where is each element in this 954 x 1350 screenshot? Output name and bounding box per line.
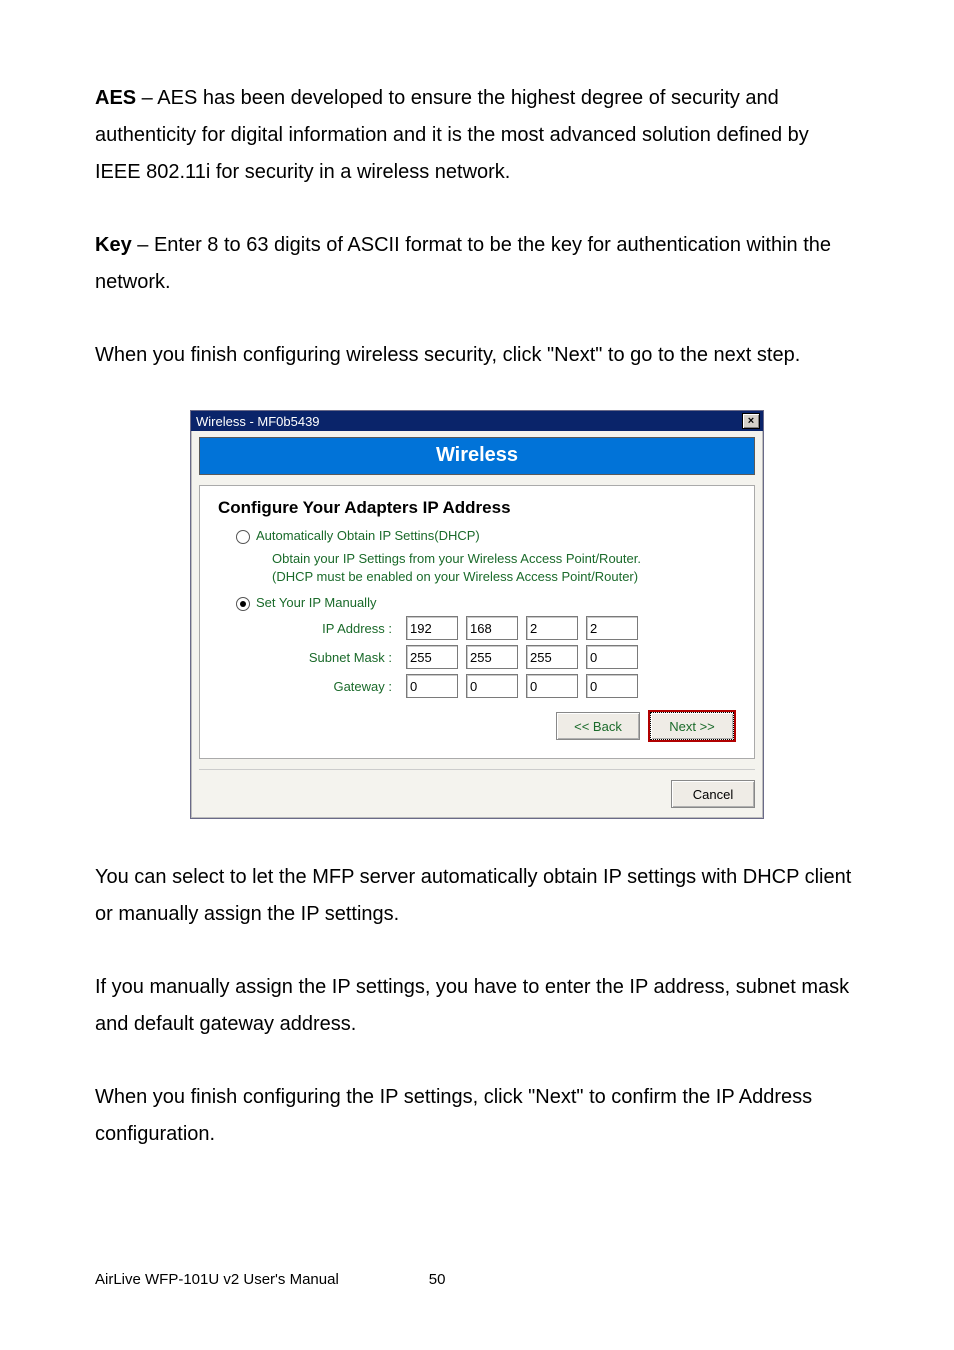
ip-address-row: IP Address : (272, 616, 738, 640)
para-key: Key – Enter 8 to 63 digits of ASCII form… (95, 227, 859, 301)
para-next-step: When you finish configuring wireless sec… (95, 337, 859, 374)
dialog-banner: Wireless (199, 437, 755, 475)
page-footer: AirLive WFP-101U v2 User's Manual 50 (95, 1271, 445, 1288)
footer-page: 50 (429, 1271, 446, 1288)
gw-octet-4[interactable] (586, 674, 638, 698)
dhcp-hint-line2: (DHCP must be enabled on your Wireless A… (272, 569, 638, 584)
gateway-row: Gateway : (272, 674, 738, 698)
key-label: Key (95, 234, 132, 256)
aes-text: – AES has been developed to ensure the h… (95, 87, 809, 183)
gw-octet-3[interactable] (526, 674, 578, 698)
ip-octet-1[interactable] (406, 616, 458, 640)
subnet-mask-row: Subnet Mask : (272, 645, 738, 669)
dhcp-hint-line1: Obtain your IP Settings from your Wirele… (272, 551, 641, 566)
mask-octet-2[interactable] (466, 645, 518, 669)
para-manual-info: If you manually assign the IP settings, … (95, 969, 859, 1043)
mask-octet-3[interactable] (526, 645, 578, 669)
mask-octet-1[interactable] (406, 645, 458, 669)
para-dhcp-info: You can select to let the MFP server aut… (95, 859, 859, 933)
mask-octet-4[interactable] (586, 645, 638, 669)
footer-product: AirLive WFP-101U v2 User's Manual (95, 1271, 339, 1288)
key-text: – Enter 8 to 63 digits of ASCII format t… (95, 234, 831, 293)
dhcp-hint: Obtain your IP Settings from your Wirele… (272, 550, 738, 585)
mask-label: Subnet Mask : (272, 650, 398, 665)
nav-buttons: << Back Next >> (218, 712, 734, 740)
radio-manual[interactable] (236, 597, 250, 611)
dialog-titlebar: Wireless - MF0b5439 × (191, 411, 763, 431)
radio-dhcp-label: Automatically Obtain IP Settins(DHCP) (256, 528, 480, 543)
ip-config-group: Configure Your Adapters IP Address Autom… (199, 485, 755, 759)
para-aes: AES – AES has been developed to ensure t… (95, 80, 859, 191)
ip-label: IP Address : (272, 621, 398, 636)
gw-octet-1[interactable] (406, 674, 458, 698)
dialog-title: Wireless - MF0b5439 (196, 414, 320, 429)
gw-label: Gateway : (272, 679, 398, 694)
ip-octet-3[interactable] (526, 616, 578, 640)
group-title: Configure Your Adapters IP Address (218, 498, 738, 518)
radio-dhcp[interactable] (236, 530, 250, 544)
close-icon[interactable]: × (742, 413, 760, 429)
next-button[interactable]: Next >> (650, 712, 734, 740)
radio-manual-label: Set Your IP Manually (256, 595, 376, 610)
cancel-button[interactable]: Cancel (671, 780, 755, 808)
ip-octet-2[interactable] (466, 616, 518, 640)
gw-octet-2[interactable] (466, 674, 518, 698)
ip-octet-4[interactable] (586, 616, 638, 640)
wireless-dialog: Wireless - MF0b5439 × Wireless Configure… (190, 410, 764, 819)
aes-label: AES (95, 87, 136, 109)
para-confirm-info: When you finish configuring the IP setti… (95, 1079, 859, 1153)
back-button[interactable]: << Back (556, 712, 640, 740)
radio-manual-row[interactable]: Set Your IP Manually (236, 595, 738, 611)
radio-dhcp-row[interactable]: Automatically Obtain IP Settins(DHCP) (236, 528, 738, 544)
